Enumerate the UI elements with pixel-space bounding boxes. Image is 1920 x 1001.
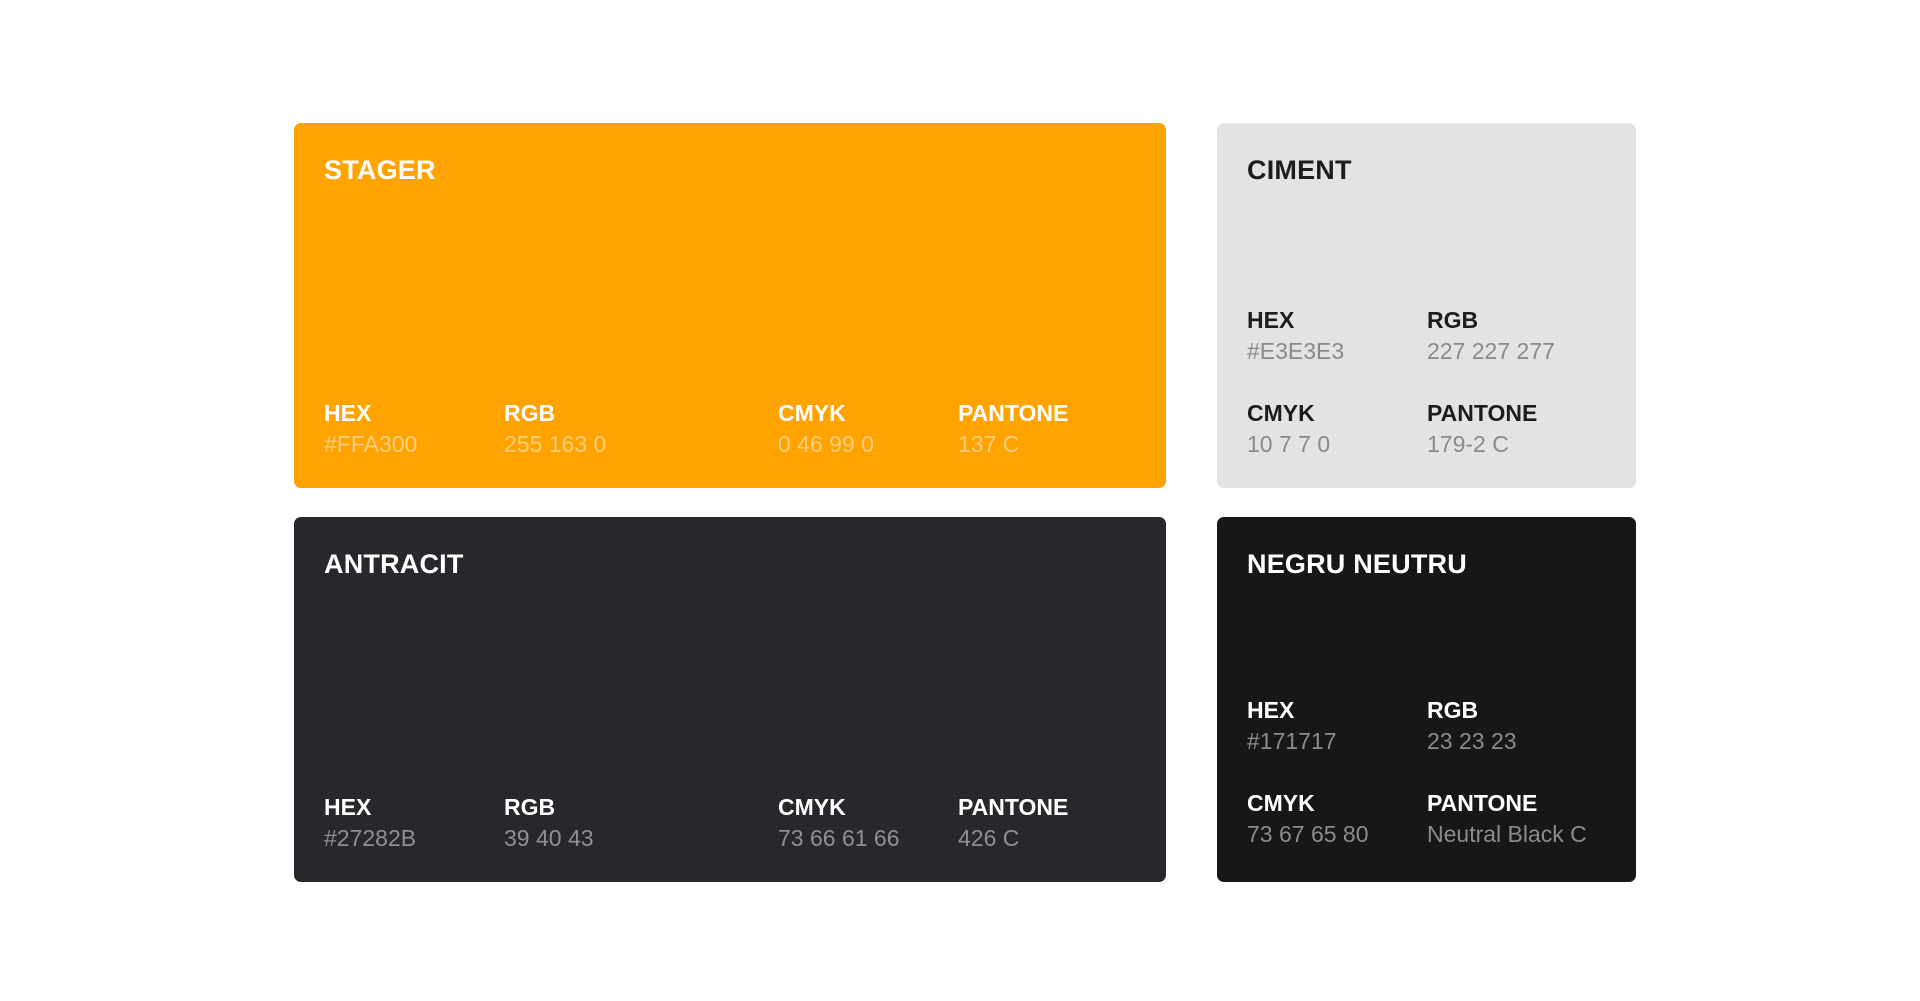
rgb-value: 255 163 0: [504, 431, 607, 457]
pantone-value: Neutral Black C: [1427, 821, 1587, 847]
pantone-spec: PANTONE 137 C: [958, 399, 1068, 459]
hex-label: HEX: [1247, 697, 1295, 723]
pantone-spec: PANTONE 179-2 C: [1427, 399, 1537, 459]
rgb-label: RGB: [1427, 697, 1479, 723]
cmyk-spec: CMYK 10 7 7 0: [1247, 399, 1330, 459]
color-card-stager: STAGER HEX #FFA300 RGB 255 163 0 CMYK 0 …: [294, 123, 1166, 488]
hex-value: #171717: [1247, 728, 1337, 754]
cmyk-spec: CMYK 73 66 61 66: [778, 793, 900, 853]
pantone-label: PANTONE: [958, 400, 1069, 426]
color-card-antracit: ANTRACIT HEX #27282B RGB 39 40 43 CMYK 7…: [294, 517, 1166, 882]
pantone-label: PANTONE: [1427, 400, 1538, 426]
hex-value: #27282B: [324, 825, 417, 851]
color-palette-page: STAGER HEX #FFA300 RGB 255 163 0 CMYK 0 …: [0, 0, 1920, 1001]
rgb-spec: RGB 23 23 23: [1427, 696, 1517, 756]
rgb-spec: RGB 227 227 277: [1427, 306, 1555, 366]
hex-spec: HEX #171717: [1247, 696, 1337, 756]
pantone-label: PANTONE: [1427, 790, 1538, 816]
hex-spec: HEX #FFA300: [324, 399, 417, 459]
pantone-value: 426 C: [958, 825, 1020, 851]
hex-value: #FFA300: [324, 431, 418, 457]
pantone-label: PANTONE: [958, 794, 1069, 820]
cmyk-value: 73 67 65 80: [1247, 821, 1369, 847]
hex-label: HEX: [324, 794, 372, 820]
hex-value: #E3E3E3: [1247, 338, 1345, 364]
cmyk-spec: CMYK 73 67 65 80: [1247, 789, 1369, 849]
rgb-spec: RGB 39 40 43: [504, 793, 594, 853]
cmyk-value: 73 66 61 66: [778, 825, 900, 851]
rgb-label: RGB: [504, 400, 556, 426]
cmyk-label: CMYK: [778, 400, 846, 426]
cmyk-value: 0 46 99 0: [778, 431, 874, 457]
pantone-value: 179-2 C: [1427, 431, 1509, 457]
cmyk-value: 10 7 7 0: [1247, 431, 1331, 457]
rgb-value: 23 23 23: [1427, 728, 1517, 754]
hex-spec: HEX #E3E3E3: [1247, 306, 1344, 366]
rgb-value: 227 227 277: [1427, 338, 1555, 364]
color-name: ANTRACIT: [324, 549, 464, 579]
rgb-value: 39 40 43: [504, 825, 594, 851]
pantone-value: 137 C: [958, 431, 1020, 457]
color-name: NEGRU NEUTRU: [1247, 549, 1467, 579]
cmyk-spec: CMYK 0 46 99 0: [778, 399, 874, 459]
cmyk-label: CMYK: [778, 794, 846, 820]
rgb-spec: RGB 255 163 0: [504, 399, 606, 459]
color-card-negru-neutru: NEGRU NEUTRU HEX #171717 RGB 23 23 23 CM…: [1217, 517, 1636, 882]
cmyk-label: CMYK: [1247, 400, 1315, 426]
pantone-spec: PANTONE 426 C: [958, 793, 1068, 853]
cmyk-label: CMYK: [1247, 790, 1315, 816]
hex-label: HEX: [1247, 307, 1295, 333]
hex-spec: HEX #27282B: [324, 793, 416, 853]
pantone-spec: PANTONE Neutral Black C: [1427, 789, 1587, 849]
color-name: CIMENT: [1247, 155, 1352, 185]
color-card-ciment: CIMENT HEX #E3E3E3 RGB 227 227 277 CMYK …: [1217, 123, 1636, 488]
rgb-label: RGB: [504, 794, 556, 820]
hex-label: HEX: [324, 400, 372, 426]
rgb-label: RGB: [1427, 307, 1479, 333]
color-name: STAGER: [324, 155, 436, 185]
